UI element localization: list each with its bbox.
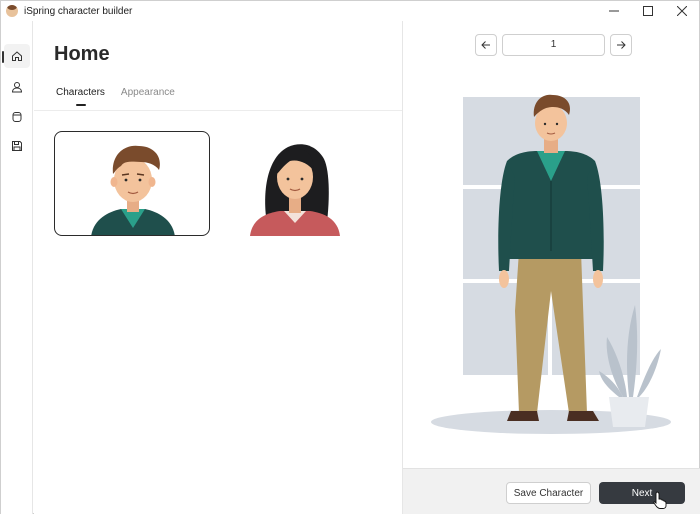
app-window: iSpring character builder Home Character…: [0, 0, 700, 514]
footer-bar: Save Character Next: [403, 468, 700, 514]
window-title: iSpring character builder: [24, 5, 133, 17]
hand-cursor-icon: [653, 491, 667, 509]
rail-item-save[interactable]: [4, 134, 30, 158]
character-preview: [403, 91, 700, 471]
cylinder-icon: [12, 112, 22, 122]
side-rail: [1, 21, 33, 514]
rail-item-assets[interactable]: [4, 105, 30, 129]
save-character-button[interactable]: Save Character: [506, 482, 591, 504]
full-body-character: [431, 94, 671, 434]
close-button[interactable]: [665, 1, 699, 21]
next-page-button[interactable]: [610, 34, 632, 56]
left-pane: Home Characters Appearance: [34, 21, 402, 514]
character-card-male[interactable]: [54, 131, 210, 236]
minimize-icon: [609, 10, 619, 12]
tabs-divider: [34, 110, 402, 111]
close-icon: [677, 6, 687, 16]
page-number-field[interactable]: 1: [502, 34, 605, 56]
rail-item-characters[interactable]: [4, 75, 30, 99]
tab-characters[interactable]: Characters: [56, 87, 105, 106]
app-logo-icon: [6, 5, 18, 17]
minimize-button[interactable]: [597, 1, 631, 21]
page-title: Home: [54, 43, 110, 65]
female-character-avatar: [250, 144, 340, 236]
maximize-icon: [643, 6, 653, 16]
title-bar: iSpring character builder: [1, 1, 699, 21]
previous-button[interactable]: [475, 34, 497, 56]
tab-bar: Characters Appearance: [56, 87, 175, 106]
home-icon: [12, 51, 22, 61]
arrow-left-icon: [481, 41, 490, 49]
pager: 1: [475, 34, 632, 56]
preview-pane: 1 Save Character Next: [402, 21, 700, 514]
maximize-button[interactable]: [631, 1, 665, 21]
character-card-female[interactable]: [232, 131, 388, 236]
window-controls: [597, 1, 699, 21]
save-icon: [12, 141, 22, 151]
tab-appearance[interactable]: Appearance: [121, 87, 175, 104]
person-icon: [11, 82, 23, 93]
next-button[interactable]: Next: [599, 482, 685, 504]
rail-item-home[interactable]: [4, 44, 30, 68]
arrow-right-icon: [617, 41, 626, 49]
male-character-avatar: [91, 145, 175, 235]
